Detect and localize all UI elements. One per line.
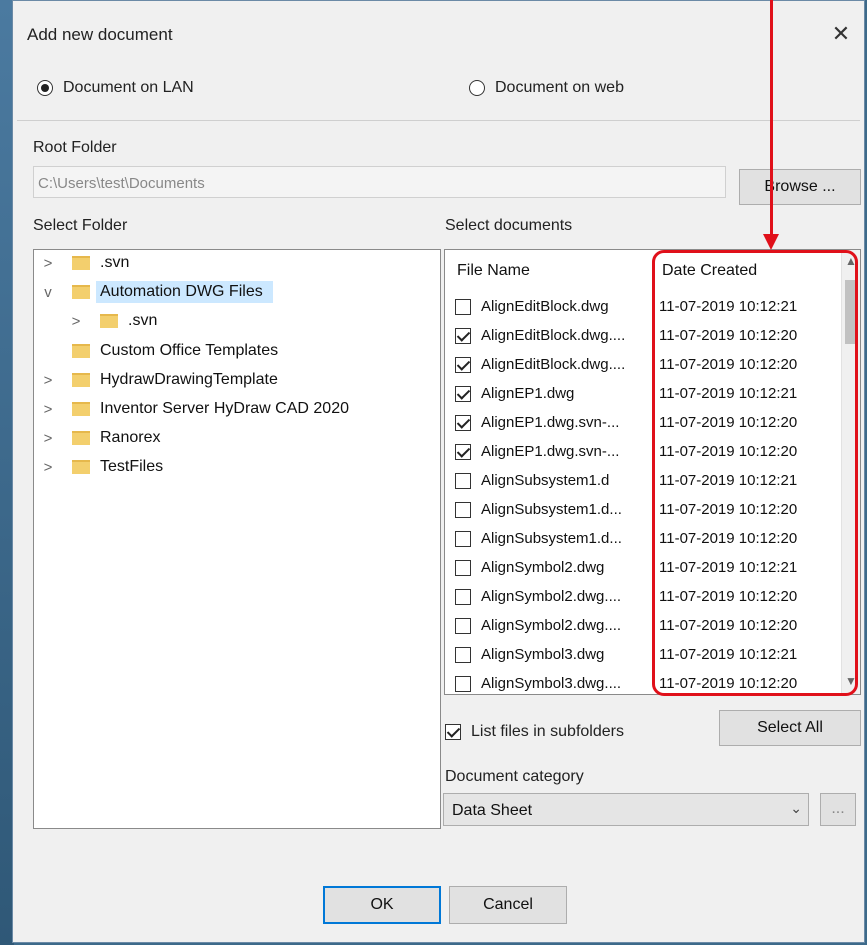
expand-chevron-icon[interactable]: > <box>42 254 54 274</box>
document-checkbox[interactable] <box>455 472 471 489</box>
title-bar: Add new document ✕ <box>13 1 864 65</box>
column-header-file-name[interactable]: File Name <box>457 262 530 280</box>
tree-node-label[interactable]: Automation DWG Files <box>96 281 273 303</box>
radio-lan-indicator[interactable] <box>37 80 53 96</box>
document-checkbox[interactable] <box>455 617 471 634</box>
tree-node-label[interactable]: .svn <box>128 312 157 330</box>
tree-node-label[interactable]: HydrawDrawingTemplate <box>100 371 278 389</box>
radio-lan-label: Document on LAN <box>63 79 194 96</box>
folder-tree[interactable]: > .svn v Automation DWG Files > .svn Cus… <box>33 249 441 829</box>
folder-icon <box>100 314 118 328</box>
tree-node-label[interactable]: Inventor Server HyDraw CAD 2020 <box>100 400 349 418</box>
collapse-chevron-icon[interactable]: v <box>42 283 54 303</box>
expand-chevron-icon[interactable]: > <box>42 400 54 420</box>
annotation-arrow-head-icon <box>763 234 779 250</box>
document-file-name: AlignSymbol2.dwg <box>481 559 605 576</box>
folder-icon <box>72 402 90 416</box>
document-category-label: Document category <box>445 768 584 785</box>
folder-icon <box>72 285 90 299</box>
document-checkbox[interactable] <box>455 530 471 547</box>
document-checkbox[interactable] <box>455 298 471 315</box>
radio-web-indicator[interactable] <box>469 80 485 96</box>
list-subfolders-label: List files in subfolders <box>471 723 624 740</box>
ok-button[interactable]: OK <box>323 886 441 924</box>
document-file-name: AlignEditBlock.dwg.... <box>481 327 626 344</box>
radio-web-label: Document on web <box>495 79 624 96</box>
cancel-button[interactable]: Cancel <box>449 886 567 924</box>
root-folder-field[interactable]: C:\Users\test\Documents <box>33 166 726 198</box>
list-subfolders-toggle[interactable]: List files in subfolders <box>445 723 624 741</box>
annotation-arrow <box>770 0 773 236</box>
document-file-name: AlignEditBlock.dwg <box>481 298 609 315</box>
folder-icon <box>72 460 90 474</box>
document-checkbox[interactable] <box>455 443 471 460</box>
select-documents-label: Select documents <box>445 217 573 234</box>
document-file-name: AlignEP1.dwg.svn-... <box>481 414 620 431</box>
document-category-value: Data Sheet <box>452 802 533 819</box>
close-icon[interactable]: ✕ <box>824 19 858 49</box>
tree-node-label[interactable]: .svn <box>100 254 129 272</box>
root-folder-label: Root Folder <box>33 139 117 156</box>
document-checkbox[interactable] <box>455 356 471 373</box>
folder-icon <box>72 431 90 445</box>
annotation-highlight-box <box>652 250 858 696</box>
category-more-button[interactable]: ... <box>820 793 856 826</box>
document-file-name: AlignEP1.dwg <box>481 385 575 402</box>
document-checkbox[interactable] <box>455 501 471 518</box>
chevron-down-icon[interactable]: ⌄ <box>790 800 802 817</box>
document-checkbox[interactable] <box>455 559 471 576</box>
folder-icon <box>72 256 90 270</box>
select-folder-label: Select Folder <box>33 217 128 234</box>
tree-node-label[interactable]: TestFiles <box>100 458 163 476</box>
document-file-name: AlignSubsystem1.d... <box>481 501 622 518</box>
folder-icon <box>72 344 90 358</box>
expand-chevron-icon[interactable]: > <box>42 429 54 449</box>
dialog-title: Add new document <box>27 25 173 44</box>
browse-button[interactable]: Browse ... <box>739 169 861 205</box>
divider <box>17 120 860 121</box>
document-checkbox[interactable] <box>455 385 471 402</box>
expand-chevron-icon[interactable]: > <box>42 458 54 478</box>
document-file-name: AlignEditBlock.dwg.... <box>481 356 626 373</box>
document-file-name: AlignSubsystem1.d... <box>481 530 622 547</box>
list-subfolders-checkbox[interactable] <box>445 724 461 740</box>
document-checkbox[interactable] <box>455 414 471 431</box>
radio-document-on-web[interactable]: Document on web <box>469 79 624 97</box>
document-file-name: AlignSymbol2.dwg.... <box>481 588 622 605</box>
select-all-button[interactable]: Select All <box>719 710 861 746</box>
document-file-name: AlignSymbol2.dwg.... <box>481 617 622 634</box>
document-category-select[interactable]: Data Sheet ⌄ <box>443 793 809 826</box>
document-file-name: AlignSymbol3.dwg <box>481 646 605 663</box>
document-checkbox[interactable] <box>455 646 471 663</box>
tree-node-label[interactable]: Ranorex <box>100 429 160 447</box>
expand-chevron-icon[interactable]: > <box>42 371 54 391</box>
document-checkbox[interactable] <box>455 588 471 605</box>
document-file-name: AlignSubsystem1.d <box>481 472 610 489</box>
document-file-name: AlignEP1.dwg.svn-... <box>481 443 620 460</box>
expand-chevron-icon[interactable]: > <box>70 312 82 332</box>
radio-document-on-lan[interactable]: Document on LAN <box>37 79 194 97</box>
document-checkbox[interactable] <box>455 675 471 692</box>
folder-icon <box>72 373 90 387</box>
document-checkbox[interactable] <box>455 327 471 344</box>
document-file-name: AlignSymbol3.dwg.... <box>481 675 622 692</box>
tree-node-label[interactable]: Custom Office Templates <box>100 342 278 360</box>
